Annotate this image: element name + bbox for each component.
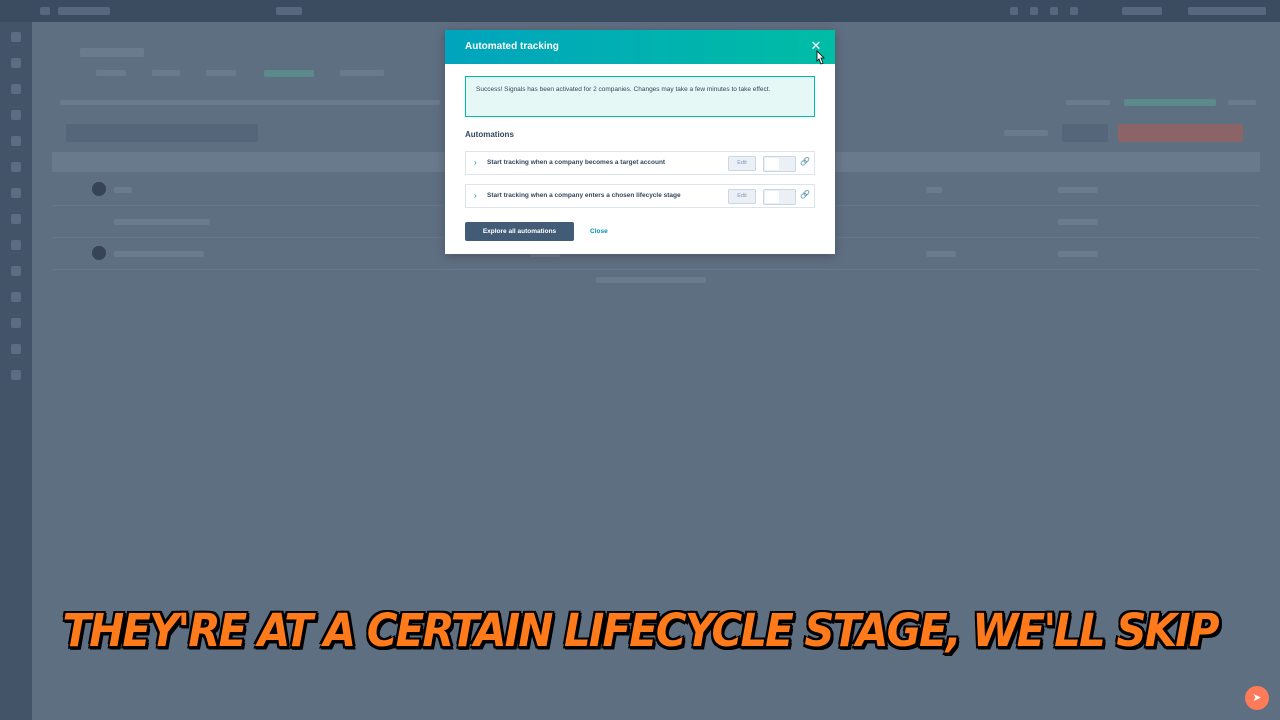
automation-label: Start tracking when a company becomes a …: [487, 159, 666, 166]
video-caption: THEY'RE AT A CERTAIN LIFECYCLE STAGE, WE…: [62, 604, 1219, 657]
success-alert-text: Success! Signals has been activated for …: [476, 86, 771, 93]
automation-toggle[interactable]: [763, 189, 796, 205]
link-icon[interactable]: 🔗: [800, 157, 810, 166]
modal-title: Automated tracking: [465, 41, 559, 52]
edit-button[interactable]: Edit: [728, 189, 756, 204]
automations-heading: Automations: [465, 130, 514, 139]
chevron-right-icon[interactable]: ›: [474, 158, 477, 167]
modal-header: Automated tracking ✕: [445, 30, 835, 65]
link-icon[interactable]: 🔗: [800, 190, 810, 199]
automation-toggle[interactable]: [763, 156, 796, 172]
mouse-cursor-icon: [816, 50, 825, 65]
success-alert: Success! Signals has been activated for …: [465, 76, 815, 117]
chat-icon[interactable]: ➤: [1245, 686, 1269, 710]
automation-row-target-account[interactable]: › Start tracking when a company becomes …: [465, 151, 815, 175]
edit-button[interactable]: Edit: [728, 156, 756, 171]
automation-row-lifecycle-stage[interactable]: › Start tracking when a company enters a…: [465, 184, 815, 208]
explore-automations-button[interactable]: Explore all automations: [465, 222, 574, 241]
automated-tracking-modal: Automated tracking ✕ Success! Signals ha…: [445, 30, 835, 254]
close-button[interactable]: Close: [590, 222, 608, 241]
app-topbar: [0, 0, 1280, 22]
automation-label: Start tracking when a company enters a c…: [487, 192, 681, 199]
chevron-right-icon[interactable]: ›: [474, 191, 477, 200]
